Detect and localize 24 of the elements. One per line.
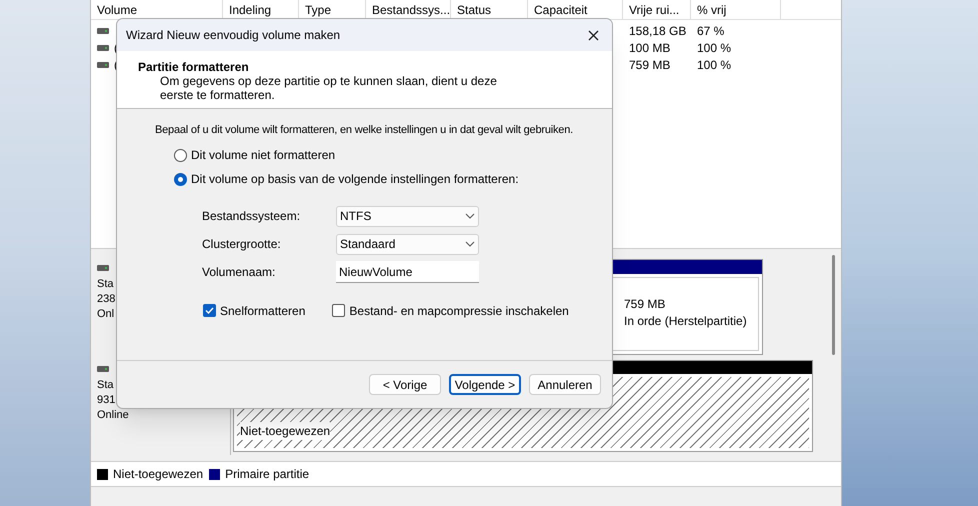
table-cell-text: 67 %: [696, 22, 726, 40]
field-label: Bestandssysteem:: [202, 208, 302, 225]
disk-info-text: Sta: [97, 378, 114, 393]
field-label: Clustergrootte:: [202, 236, 282, 253]
disk-info-text: Online: [97, 408, 129, 423]
instruction-text: Bepaal of u dit volume wilt formatteren, en welke instellingen u in dat geval wilt gebruiken.: [155, 123, 574, 138]
section-heading: Partitie formatteren: [138, 60, 250, 74]
table-cell-text: 100 %: [696, 56, 732, 74]
table-cell-text: 759 MB: [628, 56, 672, 74]
window-title: Wizard Nieuw eenvoudig volume maken: [126, 27, 340, 44]
legend-label: Niet-toegewezen: [113, 466, 204, 483]
legend-label: Primaire partitie: [225, 466, 310, 483]
field-label: Volumenaam:: [202, 264, 276, 281]
partition-status: In orde (Herstelpartitie): [624, 313, 748, 330]
disk-info-text: Sta: [97, 277, 114, 292]
disk-info-text: 931: [97, 393, 116, 408]
partition-label: Niet-toegewezen: [240, 422, 330, 440]
partition-size: 759 MB: [624, 296, 666, 313]
table-cell-text: 100 MB: [628, 40, 672, 56]
disk-info-text: 238: [97, 292, 116, 307]
table-cell-text: 100 %: [696, 40, 732, 56]
section-description: Om gegevens op deze partitie op te kunnen slaan, dient u deze eerste te formatteren.: [159, 74, 498, 102]
disk-info-text: Onl: [97, 307, 114, 322]
table-cell-text: 158,18 GB: [628, 22, 688, 40]
